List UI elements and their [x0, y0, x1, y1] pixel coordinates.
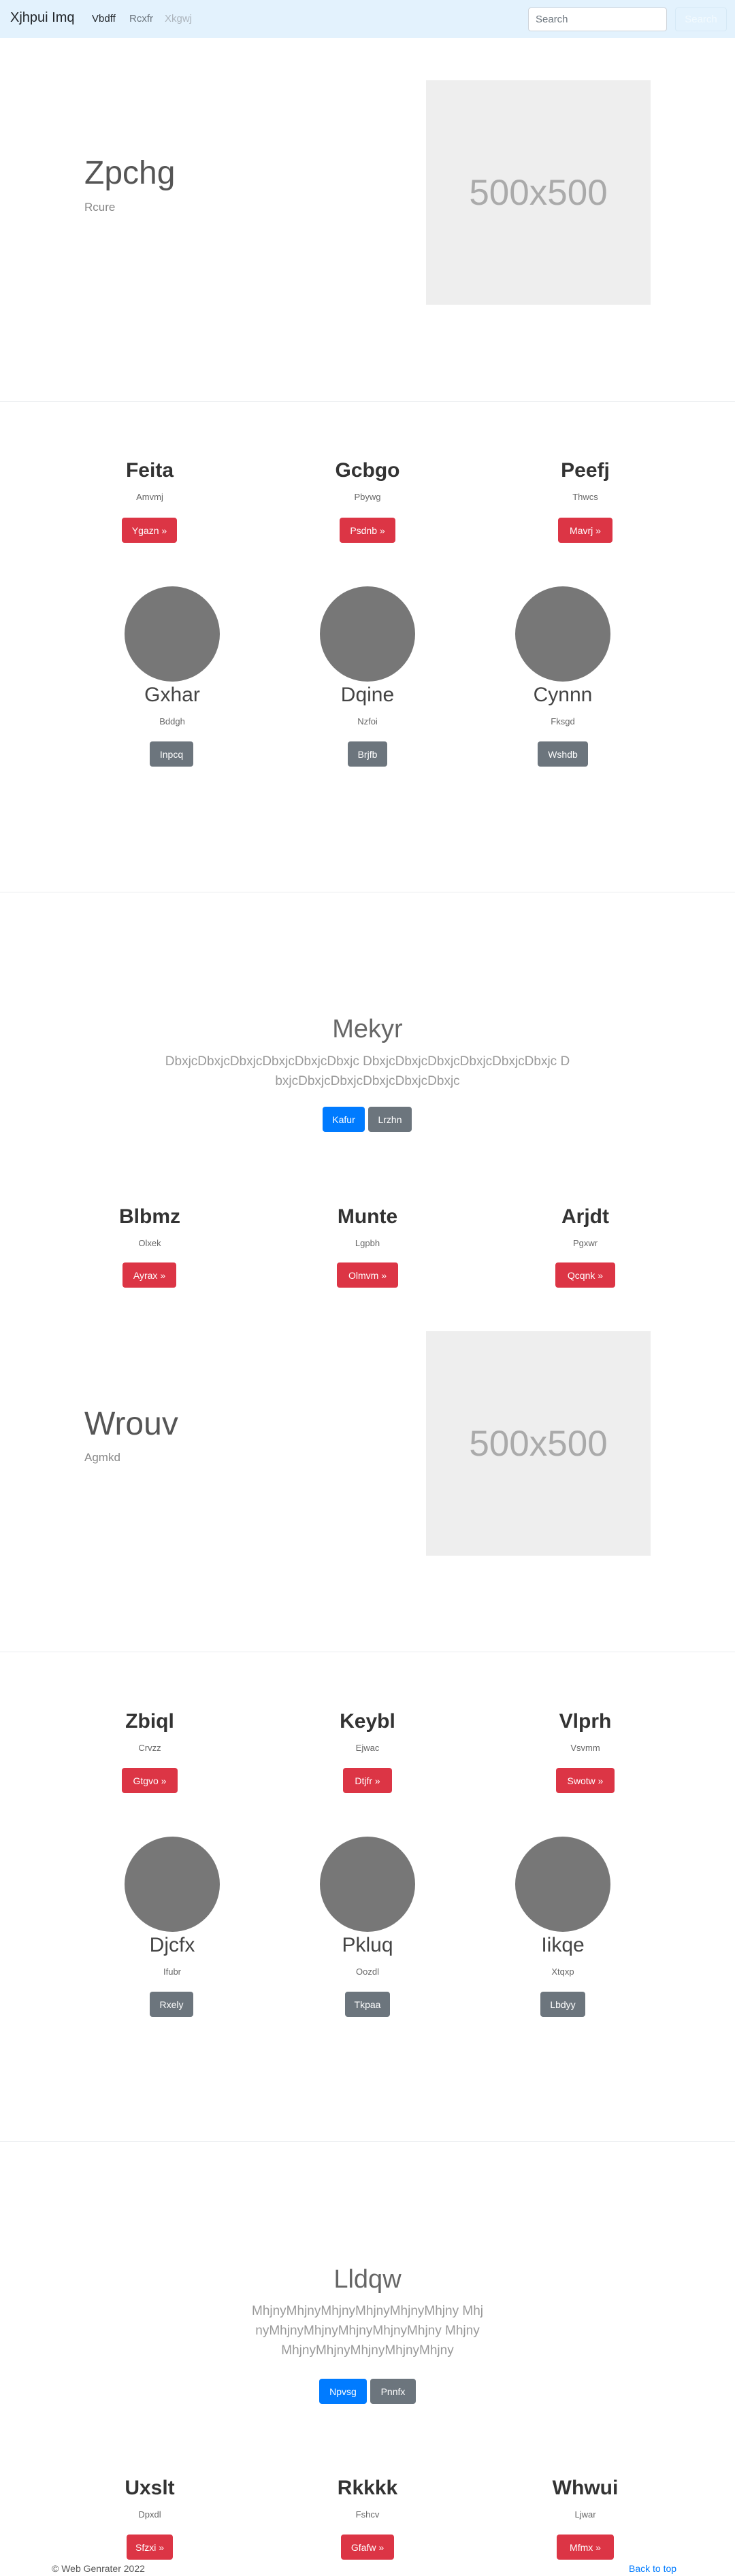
circle-subtitle: Nzfoi	[357, 716, 378, 726]
navbar-brand[interactable]: Xjhpui Imq	[10, 10, 75, 26]
circle-title: Cynnn	[533, 684, 593, 706]
hero-subtitle: Agmkd	[84, 1451, 120, 1464]
avatar	[515, 1837, 610, 1932]
card-subtitle: Dpxdl	[138, 2509, 161, 2520]
card-button[interactable]: Ygazn »	[122, 518, 177, 543]
card-button[interactable]: Olmvm »	[337, 1262, 398, 1288]
nav-link-vbdff[interactable]: Vbdff	[92, 13, 116, 24]
card-title: Blbmz	[119, 1205, 180, 1228]
card-title: Zbiql	[125, 1710, 174, 1733]
card-title: Keybl	[340, 1710, 395, 1733]
card-button[interactable]: Mfmx »	[557, 2535, 614, 2560]
avatar	[125, 586, 220, 682]
footer-copyright: © Web Genrater 2022	[52, 2563, 145, 2574]
card-title: Vlprh	[559, 1710, 612, 1733]
card-title: Arjdt	[561, 1205, 609, 1228]
avatar	[515, 586, 610, 682]
card-subtitle: Pgxwr	[572, 1238, 598, 1248]
avatar	[320, 1837, 415, 1932]
circle-title: Djcfx	[149, 1934, 195, 1956]
card-subtitle: Lgpbh	[355, 1238, 380, 1248]
card-subtitle: Thwcs	[572, 492, 598, 502]
circle-subtitle: Fksgd	[551, 716, 575, 726]
circle-button[interactable]: Wshdb	[538, 741, 588, 767]
card-button[interactable]: Mavrj »	[558, 518, 612, 543]
card-subtitle: Pbywg	[354, 492, 381, 502]
hero-subtitle: Rcure	[84, 201, 116, 214]
primary-button[interactable]: Kafur	[323, 1107, 365, 1132]
circle-button[interactable]: Inpcq	[150, 741, 193, 767]
card-button[interactable]: Ayrax »	[122, 1262, 176, 1288]
card-button[interactable]: Dtjfr »	[343, 1768, 392, 1793]
card-subtitle: Crvzz	[138, 1743, 161, 1753]
circle-button[interactable]: Tkpaa	[345, 1992, 390, 2017]
card-subtitle: Fshcv	[355, 2509, 380, 2520]
circle-subtitle: Xtqxp	[551, 1967, 574, 1977]
circle-title: Dqine	[340, 684, 395, 706]
circle-title: Gxhar	[144, 684, 200, 706]
card-title: Gcbgo	[335, 459, 400, 482]
card-subtitle: Ljwar	[574, 2509, 596, 2520]
card-subtitle: Ejwac	[355, 1743, 380, 1753]
circle-button[interactable]: Lbdyy	[540, 1992, 585, 2017]
card-title: Feita	[125, 459, 174, 482]
jumbotron-text: DbxjcDbxjcDbxjcDbxjcDbxjcDbxjc DbxjcDbxj…	[165, 1054, 570, 1088]
jumbotron-text: MhjnyMhjnyMhjnyMhjnyMhjnyMhjny MhjnyMhjn…	[252, 2304, 483, 2358]
back-to-top-link[interactable]: Back to top	[629, 2563, 676, 2574]
circle-subtitle: Oozdl	[356, 1967, 379, 1977]
card-title: Rkkkk	[337, 2477, 398, 2499]
card-subtitle: Olxek	[138, 1238, 161, 1248]
card-subtitle: Vsvmm	[570, 1743, 600, 1753]
card-title: Uxslt	[125, 2477, 175, 2499]
card-button[interactable]: Gfafw »	[341, 2535, 394, 2560]
jumbotron-title: Mekyr	[332, 1015, 403, 1043]
placeholder-image: 500x500	[426, 1331, 651, 1556]
card-title: Munte	[337, 1205, 398, 1228]
card-button[interactable]: Sfzxi »	[127, 2535, 173, 2560]
card-title: Peefj	[561, 459, 610, 482]
search-input[interactable]	[528, 7, 667, 31]
card-button[interactable]: Gtgvo »	[122, 1768, 178, 1793]
search-button[interactable]: Search	[675, 7, 727, 31]
secondary-button[interactable]: Lrzhn	[368, 1107, 412, 1132]
jumbotron-title: Lldqw	[333, 2265, 402, 2294]
avatar	[125, 1837, 220, 1932]
card-button[interactable]: Psdnb »	[340, 518, 395, 543]
primary-button[interactable]: Npvsg	[319, 2379, 367, 2404]
card-button[interactable]: Qcqnk »	[555, 1262, 615, 1288]
hero-title: Wrouv	[84, 1406, 178, 1442]
nav-link-xkgwj[interactable]: Xkgwj	[165, 13, 192, 24]
card-button[interactable]: Swotw »	[556, 1768, 615, 1793]
circle-subtitle: Bddgh	[159, 716, 185, 726]
circle-title: Pkluq	[342, 1934, 393, 1956]
card-subtitle: Amvmj	[136, 492, 163, 502]
circle-button[interactable]: Rxely	[150, 1992, 193, 2017]
hero-title: Zpchg	[84, 155, 176, 191]
secondary-button[interactable]: Pnnfx	[370, 2379, 416, 2404]
circle-title: Iikqe	[541, 1934, 585, 1956]
avatar	[320, 586, 415, 682]
divider	[0, 401, 735, 402]
placeholder-image: 500x500	[426, 80, 651, 305]
circle-subtitle: Ifubr	[163, 1967, 181, 1977]
divider	[0, 2141, 735, 2142]
card-title: Whwui	[552, 2477, 619, 2499]
circle-button[interactable]: Brjfb	[348, 741, 387, 767]
nav-link-rcxfr[interactable]: Rcxfr	[129, 13, 153, 24]
